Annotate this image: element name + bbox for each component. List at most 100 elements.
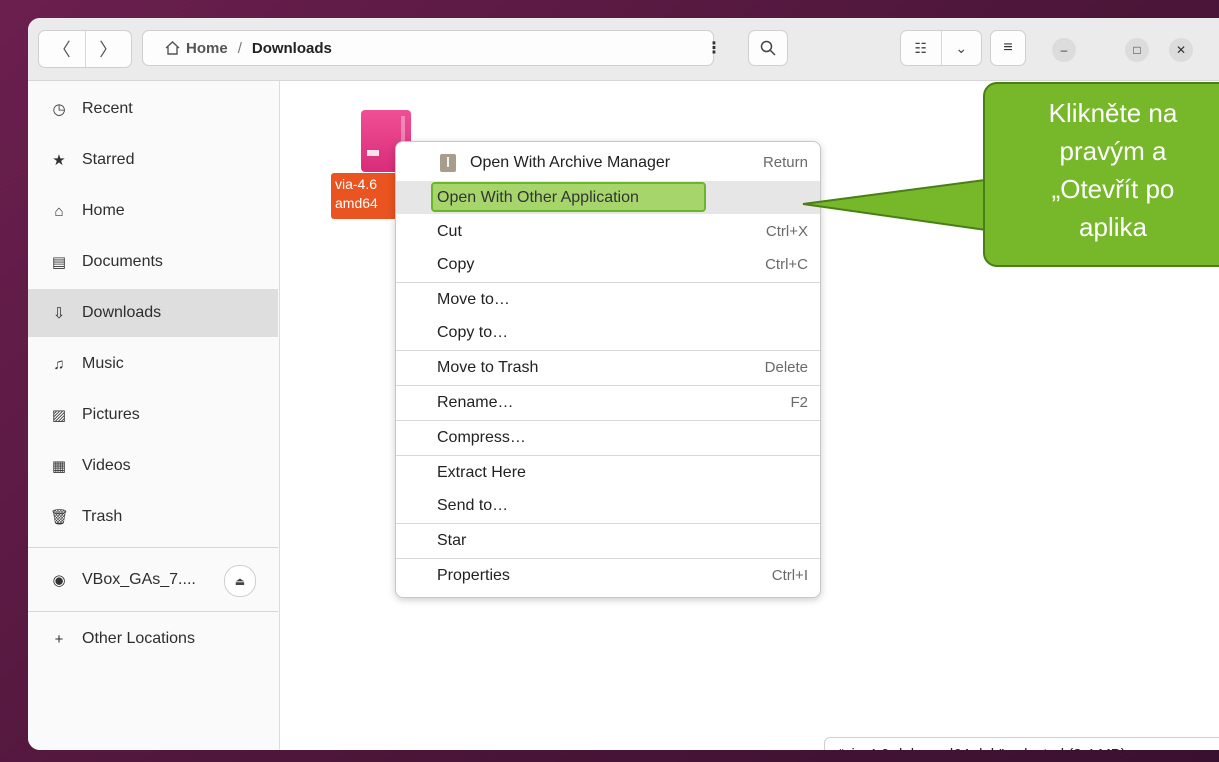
status-bar: “via-4.6-deb-amd64.deb” selected (3,4 MB… xyxy=(824,737,1219,750)
sidebar-item-label: Pictures xyxy=(82,406,140,423)
menu-item-accel: Delete xyxy=(764,359,808,376)
menu-item-cut[interactable]: Cut Ctrl+X xyxy=(396,215,820,248)
menu-item-open-archive-manager[interactable]: Open With Archive Manager Return xyxy=(396,146,820,179)
sidebar-item-other-locations[interactable]: + Other Locations xyxy=(28,615,278,663)
sidebar-item-label: Starred xyxy=(82,151,135,168)
menu-item-send-to[interactable]: Send to… xyxy=(396,489,820,522)
list-view-icon[interactable]: ☷ xyxy=(901,31,942,65)
menu-item-rename[interactable]: Rename… F2 xyxy=(396,386,820,419)
menu-item-label: Extract Here xyxy=(437,463,526,481)
menu-item-label: Cut xyxy=(437,222,462,240)
film-icon: ▦ xyxy=(51,458,67,475)
sidebar-item-label: Videos xyxy=(82,457,131,474)
eject-icon: ⏏ xyxy=(234,575,246,588)
callout-line: aplika xyxy=(1079,212,1147,242)
picture-icon: ▨ xyxy=(51,407,67,424)
menu-item-label: Move to Trash xyxy=(437,358,539,376)
menu-item-label: Send to… xyxy=(437,496,509,514)
close-icon: ✕ xyxy=(1175,43,1187,57)
main-menu-button[interactable]: ≡ xyxy=(990,30,1026,66)
menu-item-copy[interactable]: Copy Ctrl+C xyxy=(396,248,820,281)
vertical-dots-icon: ⋮ xyxy=(706,40,722,57)
menu-item-extract-here[interactable]: Extract Here xyxy=(396,456,820,489)
sidebar-item-documents[interactable]: ▤ Documents xyxy=(28,238,278,286)
sidebar-item-music[interactable]: ♫ Music xyxy=(28,340,278,388)
home-icon xyxy=(165,41,180,55)
minimize-icon: – xyxy=(1060,43,1068,57)
maximize-icon: □ xyxy=(1133,43,1141,57)
context-menu: Open With Archive Manager Return Open Wi… xyxy=(395,141,821,598)
nav-buttons: 〈 〉 xyxy=(38,30,132,68)
menu-item-accel: F2 xyxy=(790,394,808,411)
hamburger-icon: ≡ xyxy=(1003,39,1013,56)
menu-item-compress[interactable]: Compress… xyxy=(396,421,820,454)
sidebar-item-label: Home xyxy=(82,202,125,219)
menu-item-label: Properties xyxy=(437,566,510,584)
sidebar-item-label: Documents xyxy=(82,253,163,270)
sidebar-item-pictures[interactable]: ▨ Pictures xyxy=(28,391,278,439)
menu-item-move-to-trash[interactable]: Move to Trash Delete xyxy=(396,351,820,384)
eject-button[interactable]: ⏏ xyxy=(224,565,256,597)
menu-item-properties[interactable]: Properties Ctrl+I xyxy=(396,559,820,592)
forward-button[interactable]: 〉 xyxy=(86,31,132,67)
menu-item-open-other-application[interactable]: Open With Other Application xyxy=(396,181,820,214)
instruction-callout: Klikněte na pravým a „Otevřít po aplika xyxy=(983,82,1219,267)
menu-item-label: Compress… xyxy=(437,428,526,446)
package-tag xyxy=(367,150,379,156)
more-options-button[interactable]: ⋮ xyxy=(696,30,732,66)
search-button[interactable] xyxy=(748,30,788,66)
path-current[interactable]: Downloads xyxy=(252,40,332,57)
plus-icon: + xyxy=(54,630,64,648)
clock-icon: ◷ xyxy=(52,101,66,118)
menu-item-move-to[interactable]: Move to… xyxy=(396,283,820,316)
menu-item-label: Open With Archive Manager xyxy=(470,153,671,171)
minimize-button[interactable]: – xyxy=(1052,38,1076,62)
menu-item-star[interactable]: Star xyxy=(396,524,820,557)
sidebar-item-label: Other Locations xyxy=(82,630,195,647)
music-icon: ♫ xyxy=(53,355,65,373)
back-button[interactable]: 〈 xyxy=(39,31,86,67)
header-bar: 〈 〉 Home / Downloads ⋮ ☷ ⌄ ≡ – □ ✕ xyxy=(28,18,1219,81)
menu-item-label: Copy xyxy=(437,255,475,273)
home-icon: ⌂ xyxy=(54,202,64,220)
star-icon: ★ xyxy=(52,152,66,169)
sidebar-item-label: Downloads xyxy=(82,304,162,321)
menu-item-label: Rename… xyxy=(437,393,514,411)
menu-item-copy-to[interactable]: Copy to… xyxy=(396,316,820,349)
menu-item-accel: Ctrl+C xyxy=(765,256,808,273)
document-icon: ▤ xyxy=(51,254,67,271)
sidebar-item-recent[interactable]: ◷ Recent xyxy=(28,85,278,133)
callout-line: pravým a xyxy=(1059,136,1167,166)
sidebar-item-home[interactable]: ⌂ Home xyxy=(28,187,278,235)
menu-item-label: Star xyxy=(437,531,467,549)
menu-item-label: Copy to… xyxy=(437,323,509,341)
sidebar-divider xyxy=(28,547,278,548)
sidebar: ◷ Recent ★ Starred ⌂ Home ▤ Documents ⇩ … xyxy=(28,81,280,750)
chevron-down-icon[interactable]: ⌄ xyxy=(942,31,982,65)
restore-button[interactable]: □ xyxy=(1125,38,1149,62)
callout-line: Klikněte na xyxy=(1048,98,1178,128)
path-bar[interactable]: Home / Downloads xyxy=(142,30,714,66)
sidebar-item-downloads[interactable]: ⇩ Downloads xyxy=(28,289,278,337)
sidebar-item-trash[interactable]: 🗑 Trash xyxy=(28,493,278,541)
path-home[interactable]: Home xyxy=(165,40,228,57)
menu-item-accel: Ctrl+X xyxy=(765,223,808,240)
menu-item-accel: Ctrl+I xyxy=(771,567,808,584)
close-button[interactable]: ✕ xyxy=(1169,38,1193,62)
sidebar-item-label: Recent xyxy=(82,100,133,117)
callout-line: „Otevřít po xyxy=(1051,174,1175,204)
search-icon xyxy=(760,40,776,56)
sidebar-divider xyxy=(28,611,278,612)
view-switcher[interactable]: ☷ ⌄ xyxy=(900,30,982,66)
disc-icon: ◉ xyxy=(52,572,66,589)
sidebar-item-label: VBox_GAs_7.... xyxy=(82,571,196,588)
trash-icon: 🗑 xyxy=(50,509,70,526)
path-home-label: Home xyxy=(186,39,228,57)
sidebar-item-label: Trash xyxy=(82,508,123,525)
menu-item-accel: Return xyxy=(762,154,808,171)
menu-item-label: Move to… xyxy=(437,290,510,308)
menu-item-label: Open With Other Application xyxy=(437,188,639,206)
sidebar-item-videos[interactable]: ▦ Videos xyxy=(28,442,278,490)
download-icon: ⇩ xyxy=(52,305,66,322)
sidebar-item-starred[interactable]: ★ Starred xyxy=(28,136,278,184)
